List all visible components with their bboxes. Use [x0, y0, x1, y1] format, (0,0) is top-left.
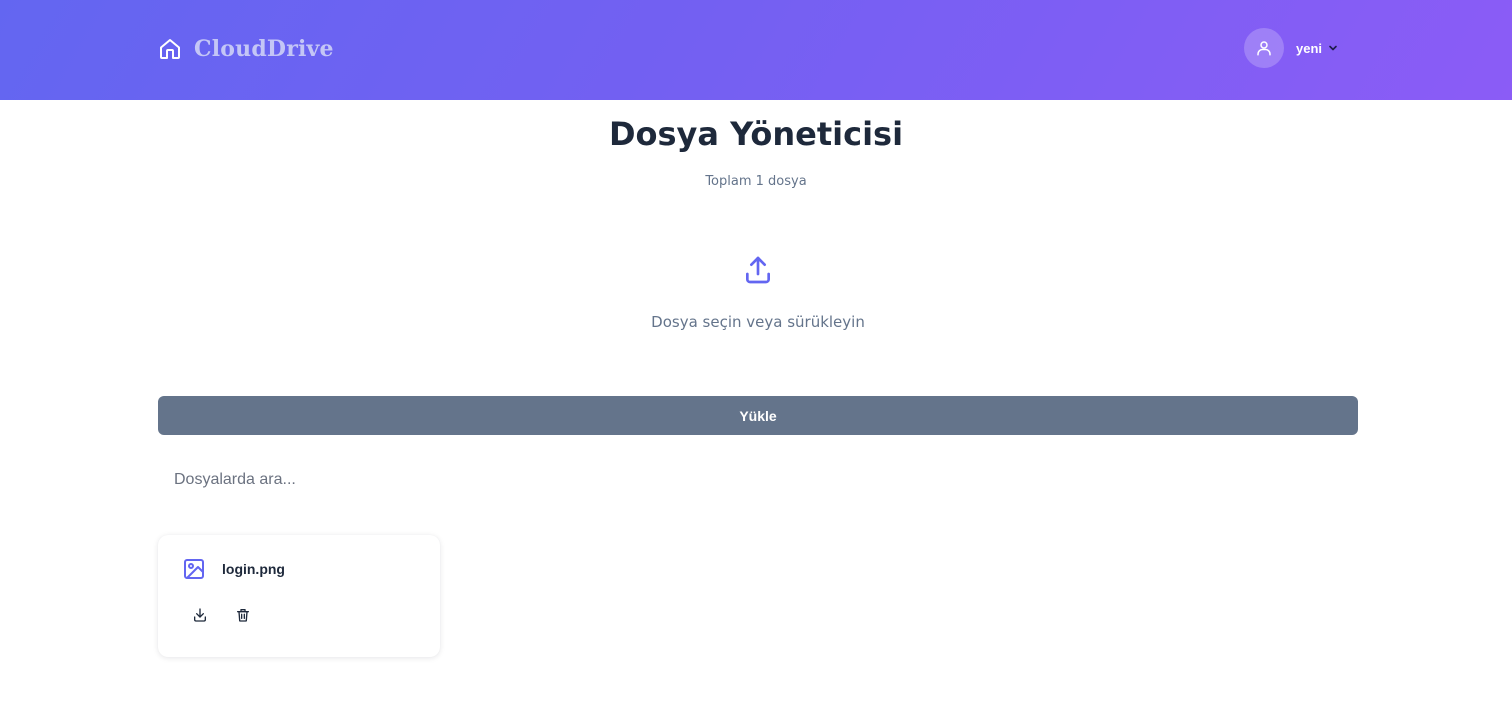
image-icon [184, 559, 204, 579]
download-icon [194, 608, 206, 622]
top-navbar: CloudDrive yeni [0, 0, 1512, 100]
avatar[interactable] [1244, 28, 1284, 68]
user-menu[interactable]: yeni [1244, 28, 1338, 68]
file-dropzone[interactable]: Dosya seçin veya sürükleyin [158, 240, 1358, 360]
brand-name: CloudDrive [194, 36, 334, 62]
upload-button[interactable]: Yükle [158, 396, 1358, 435]
brand-link[interactable]: CloudDrive [158, 34, 334, 64]
page-title: Dosya Yöneticisi [608, 115, 904, 153]
username[interactable]: yeni [1296, 41, 1322, 56]
file-card: login.png [158, 535, 440, 657]
search-input[interactable] [158, 460, 1358, 500]
delete-button[interactable] [231, 603, 255, 627]
home-icon [160, 39, 180, 59]
trash-icon [237, 609, 249, 622]
file-count: Toplam 1 dosya [705, 174, 807, 189]
upload-icon [746, 256, 770, 284]
file-name[interactable]: login.png [222, 561, 285, 577]
download-button[interactable] [188, 603, 212, 627]
dropzone-text: Dosya seçin veya sürükleyin [651, 313, 865, 331]
chevron-down-icon[interactable] [1328, 43, 1338, 53]
user-icon [1257, 41, 1271, 56]
